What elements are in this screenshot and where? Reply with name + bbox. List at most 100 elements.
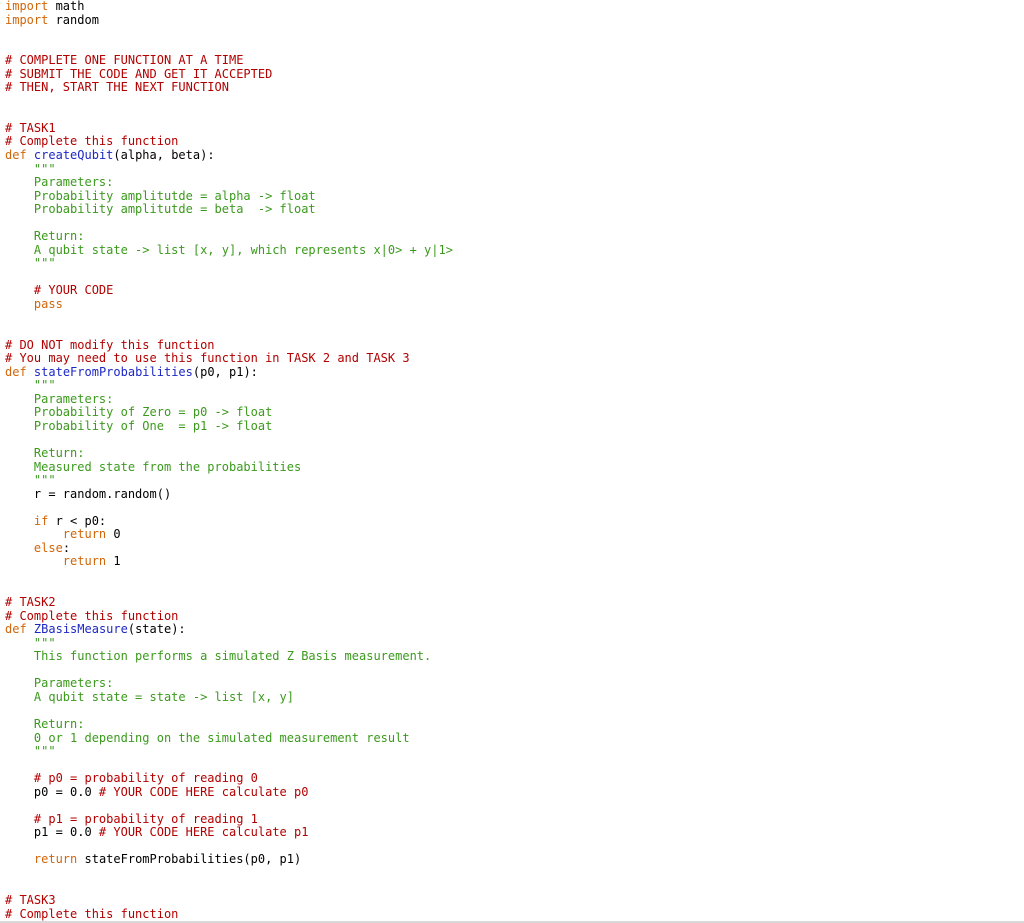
code-line[interactable]: # Complete this function [5, 609, 453, 624]
code-line[interactable] [5, 664, 453, 678]
code-token: r < p0: [48, 513, 107, 528]
code-line[interactable] [5, 95, 453, 109]
code-token: else [33, 540, 63, 555]
code-token: # THEN, START THE NEXT FUNCTION [5, 80, 229, 95]
code-token: ZBasisMeasure [33, 622, 128, 637]
code-line[interactable]: # TASK3 [5, 893, 453, 908]
code-line[interactable]: """ [5, 162, 453, 177]
code-token: # Complete this function [5, 906, 179, 921]
code-line[interactable] [5, 569, 453, 583]
code-token: random [48, 12, 99, 27]
code-line[interactable] [5, 27, 453, 41]
code-line[interactable] [5, 881, 453, 895]
code-line[interactable]: import random [5, 12, 453, 28]
code-line[interactable]: """ [5, 635, 453, 651]
code-line[interactable]: else: [5, 540, 453, 556]
code-line[interactable] [5, 41, 453, 55]
code-line[interactable]: # YOUR CODE [5, 284, 453, 298]
code-token: # p0 = probability of reading 0 [5, 771, 258, 786]
code-line[interactable]: # THEN, START THE NEXT FUNCTION [5, 81, 453, 95]
code-line[interactable]: # TASK1 [5, 121, 453, 136]
code-token: Return: [5, 446, 85, 461]
code-line[interactable] [5, 840, 453, 854]
code-line[interactable]: """ [5, 473, 453, 488]
code-line[interactable]: Parameters: [5, 391, 453, 407]
code-line[interactable] [5, 434, 453, 448]
code-line[interactable]: A qubit state -> list [x, y], which repr… [5, 242, 453, 258]
code-line[interactable]: Probability of Zero = p0 -> float [5, 406, 453, 420]
code-line[interactable]: def stateFromProbabilities(p0, p1): [5, 364, 453, 380]
code-line[interactable] [5, 759, 453, 773]
code-line[interactable] [5, 501, 453, 515]
code-token: Return: [5, 229, 85, 244]
code-line[interactable] [5, 704, 453, 718]
code-token: Probability amplitutde = beta -> float [5, 202, 316, 217]
code-line[interactable]: # DO NOT modify this function [5, 338, 453, 353]
code-line[interactable]: return stateFromProbabilities(p0, p1) [5, 853, 453, 867]
code-line[interactable]: Probability of One = p1 -> float [5, 419, 453, 434]
code-line[interactable]: Parameters: [5, 677, 453, 691]
code-line[interactable]: if r < p0: [5, 513, 453, 529]
code-token: # You may need to use this function in T… [5, 351, 410, 366]
code-line[interactable]: This function performs a simulated Z Bas… [5, 649, 453, 664]
code-line[interactable]: import math [5, 0, 453, 14]
code-line[interactable] [5, 799, 453, 813]
code-line[interactable]: """ [5, 379, 453, 393]
code-line[interactable]: return 1 [5, 555, 453, 569]
code-token: def [5, 364, 27, 379]
code-token: # p1 = probability of reading 1 [5, 811, 258, 826]
code-line[interactable]: 0 or 1 depending on the simulated measur… [5, 731, 453, 746]
code-line[interactable]: # You may need to use this function in T… [5, 351, 453, 366]
code-token: import [5, 0, 49, 13]
code-line[interactable]: p0 = 0.0 # YOUR CODE HERE calculate p0 [5, 785, 453, 800]
code-line[interactable]: Measured state from the probabilities [5, 460, 453, 475]
code-line[interactable]: Parameters: [5, 175, 453, 190]
code-token: This function performs a simulated Z Bas… [5, 649, 432, 664]
code-line[interactable]: # TASK2 [5, 595, 453, 610]
code-line[interactable]: Return: [5, 716, 453, 732]
code-line[interactable]: # SUBMIT THE CODE AND GET IT ACCEPTED [5, 67, 453, 82]
code-line[interactable]: Return: [5, 230, 453, 244]
code-line[interactable]: Probability amplitutde = beta -> float [5, 202, 453, 217]
code-line[interactable]: # p1 = probability of reading 1 [5, 811, 453, 827]
code-token: # TASK3 [5, 893, 56, 908]
code-line[interactable] [5, 867, 453, 881]
code-line[interactable] [5, 325, 453, 339]
code-line[interactable]: return 0 [5, 528, 453, 542]
code-line[interactable] [5, 217, 453, 231]
code-token: return [62, 527, 107, 542]
code-line[interactable]: Probability amplitutde = alpha -> float [5, 189, 453, 204]
code-token: Parameters: [5, 391, 114, 406]
code-token: Probability of Zero = p0 -> float [5, 405, 273, 420]
code-line[interactable]: # p0 = probability of reading 0 [5, 771, 453, 786]
code-line[interactable]: # Complete this function [5, 906, 453, 921]
code-line[interactable]: A qubit state = state -> list [x, y] [5, 690, 453, 705]
code-line[interactable]: # COMPLETE ONE FUNCTION AT A TIME [5, 53, 453, 68]
code-line[interactable] [5, 271, 453, 285]
code-line[interactable]: Return: [5, 446, 453, 461]
code-token: """ [5, 473, 56, 488]
code-content[interactable]: import math import random # COMPLETE ONE … [5, 0, 453, 921]
code-line[interactable]: """ [5, 744, 453, 759]
code-token: Parameters: [5, 175, 114, 190]
code-line[interactable] [5, 108, 453, 122]
code-token: : [62, 540, 71, 555]
code-token: Return: [5, 716, 85, 731]
code-token: A qubit state -> list [x, y], which repr… [5, 242, 453, 257]
code-editor[interactable]: import math import random # COMPLETE ONE … [0, 0, 1024, 921]
code-line[interactable]: pass [5, 297, 453, 312]
code-line[interactable]: r = random.random() [5, 487, 453, 502]
code-line[interactable]: def ZBasisMeasure(state): [5, 622, 453, 637]
code-line[interactable] [5, 312, 453, 326]
code-line[interactable]: """ [5, 257, 453, 271]
code-token: math [48, 0, 85, 13]
code-line[interactable]: # Complete this function [5, 135, 453, 149]
code-token: """ [5, 635, 56, 650]
code-line[interactable]: p1 = 0.0 # YOUR CODE HERE calculate p1 [5, 826, 453, 840]
code-line[interactable]: def createQubit(alpha, beta): [5, 148, 453, 163]
code-line[interactable] [5, 583, 453, 597]
